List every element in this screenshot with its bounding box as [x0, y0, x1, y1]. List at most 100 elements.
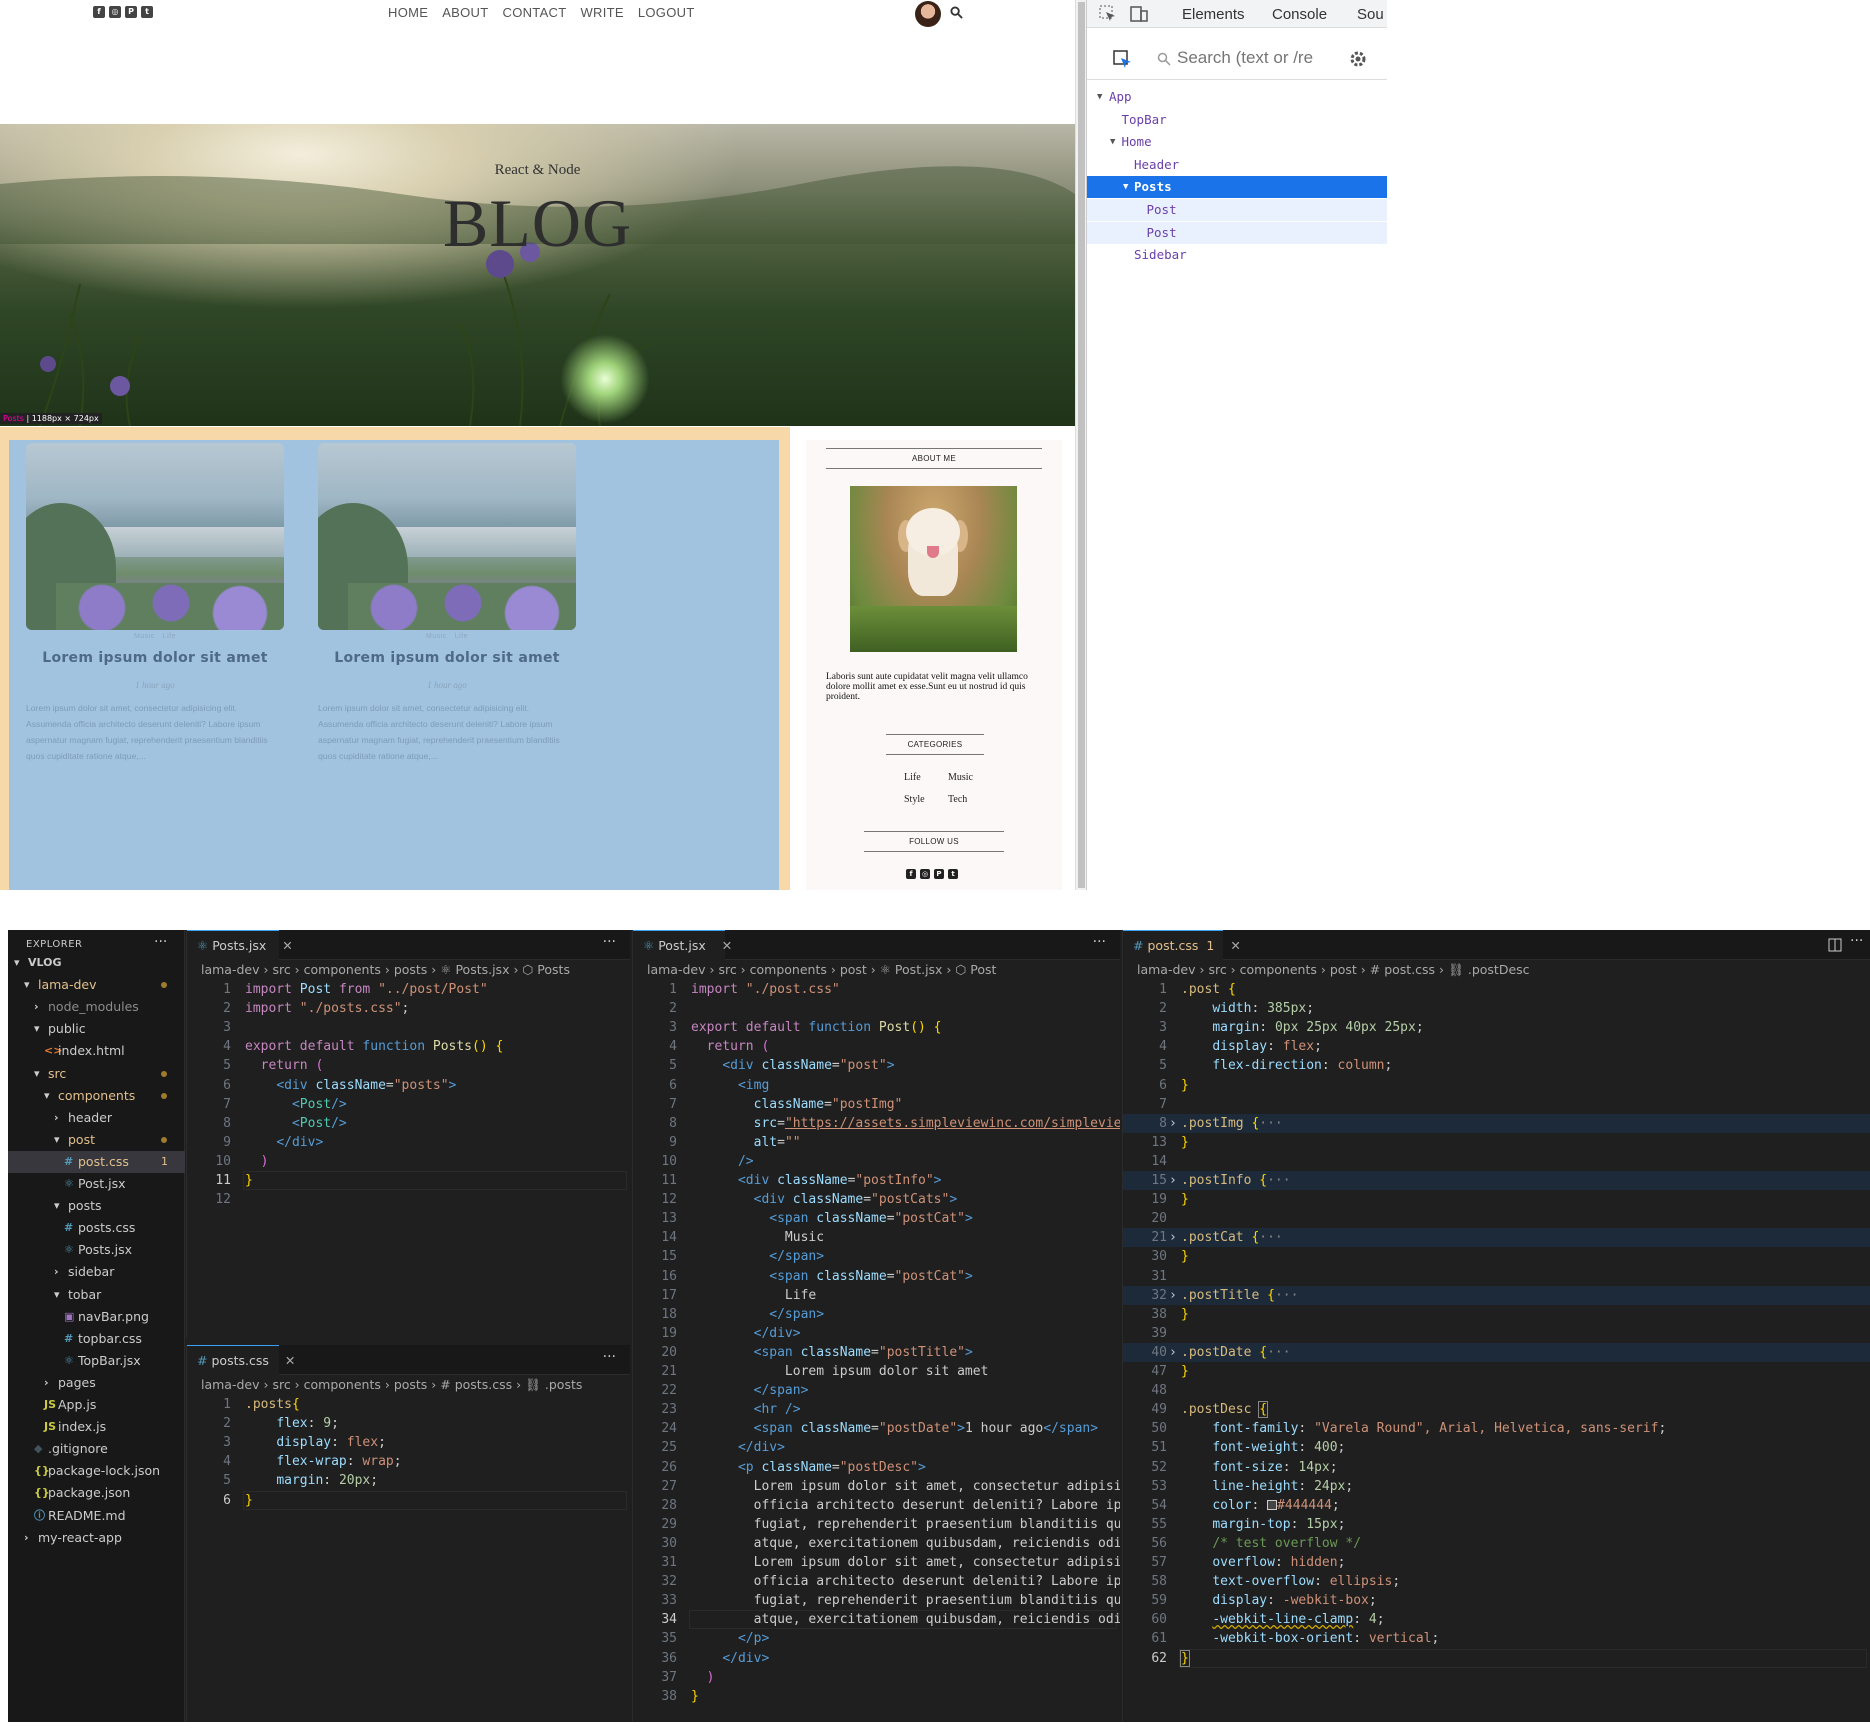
tree-node[interactable]: Header [1087, 154, 1387, 176]
code-line[interactable]: } [1180, 1649, 1190, 1668]
fold-chevron-icon[interactable]: › [1169, 1286, 1177, 1305]
split-editor-icon[interactable] [1828, 938, 1842, 952]
code-line[interactable]: <span className="postTitle"> [691, 1343, 973, 1362]
code-line[interactable]: <p className="postDesc"> [691, 1458, 926, 1477]
code-line[interactable]: <div className="postCats"> [691, 1190, 958, 1209]
code-line[interactable]: color: #444444; [1181, 1496, 1339, 1515]
code-line[interactable]: <div className="postInfo"> [691, 1171, 942, 1190]
code-line[interactable]: <span className="postCat"> [691, 1209, 973, 1228]
tree-node[interactable]: ▼ Posts [1087, 176, 1387, 199]
code-line[interactable]: Music [691, 1228, 824, 1247]
tab-console[interactable]: Console [1272, 6, 1327, 23]
explorer-item[interactable]: # posts.css [8, 1217, 185, 1239]
code-line[interactable]: } [1181, 1133, 1189, 1152]
post-cat[interactable]: Music [134, 633, 155, 640]
editor-more-icon[interactable]: ··· [1093, 934, 1106, 950]
close-icon[interactable]: ✕ [1230, 938, 1240, 953]
code-line[interactable]: <span className="postCat"> [691, 1267, 973, 1286]
page-scrollbar[interactable] [1075, 0, 1086, 890]
instagram-icon[interactable]: ◎ [109, 6, 121, 18]
code-line[interactable]: .post { [1181, 980, 1236, 999]
code-line[interactable]: .posts{ [245, 1395, 300, 1414]
explorer-item[interactable]: › sidebar [8, 1261, 185, 1283]
code-line[interactable]: text-overflow: ellipsis; [1181, 1572, 1400, 1591]
code-line[interactable]: </p> [691, 1629, 769, 1648]
explorer-item[interactable]: JS App.js [8, 1394, 185, 1416]
code-line[interactable]: } [1181, 1305, 1189, 1324]
code-line[interactable]: export default function Post() { [691, 1018, 942, 1037]
close-icon[interactable]: ✕ [285, 1353, 295, 1368]
explorer-item[interactable]: › pages [8, 1372, 185, 1394]
code-line[interactable]: .postTitle {··· [1181, 1286, 1298, 1305]
code-line[interactable]: } [691, 1687, 699, 1706]
code-line[interactable]: import "./post.css" [691, 980, 840, 999]
explorer-item[interactable]: ⚛ Posts.jsx [8, 1239, 185, 1261]
code-line[interactable]: display: flex; [1181, 1037, 1322, 1056]
code-line[interactable]: } [1181, 1247, 1189, 1266]
code-line[interactable]: line-height: 24px; [1181, 1477, 1353, 1496]
code-line[interactable]: </div> [691, 1324, 801, 1343]
tab-elements[interactable]: Elements [1182, 6, 1245, 23]
code-line[interactable]: } [245, 1491, 253, 1510]
gear-icon[interactable] [1349, 50, 1367, 68]
post-image[interactable] [26, 443, 284, 630]
nav-home[interactable]: HOME [388, 5, 428, 20]
pinterest-icon[interactable]: P [934, 869, 944, 879]
explorer-item[interactable]: ⚛ TopBar.jsx [8, 1350, 185, 1372]
post-cat[interactable]: Life [163, 633, 176, 640]
search-icon[interactable] [950, 6, 963, 19]
breadcrumb[interactable]: lama-dev › src › components › posts › # … [201, 1377, 582, 1393]
code-line[interactable]: alt="" [691, 1133, 801, 1152]
fold-chevron-icon[interactable]: › [1169, 1171, 1177, 1190]
code-line[interactable]: return ( [691, 1037, 770, 1056]
code-line[interactable]: <Post/> [245, 1095, 347, 1114]
explorer-item[interactable]: › header [8, 1107, 185, 1129]
code-line[interactable]: ) [245, 1152, 269, 1171]
code-line[interactable]: officia architecto deserunt deleniti? La… [691, 1572, 1120, 1591]
code-line[interactable]: import "./posts.css"; [245, 999, 409, 1018]
post-card[interactable]: Music Life Lorem ipsum dolor sit amet 1 h… [318, 443, 576, 764]
explorer-item[interactable]: # post.css 1 [8, 1150, 185, 1173]
code-line[interactable]: fugiat, reprehenderit praesentium blandi… [691, 1515, 1120, 1534]
device-toolbar-icon[interactable] [1129, 5, 1149, 23]
editor-tab[interactable]: ⚛ Posts.jsx ✕ [187, 930, 293, 960]
twitter-icon[interactable]: t [948, 869, 958, 879]
explorer-item[interactable]: › my-react-app [8, 1527, 185, 1549]
facebook-icon[interactable]: f [93, 6, 105, 18]
tree-arrow-icon[interactable]: ▼ [1097, 86, 1102, 108]
explorer-item[interactable]: ⓘ README.md [8, 1505, 185, 1527]
editor-tab[interactable]: ⚛ Post.jsx ✕ [633, 930, 732, 960]
code-line[interactable]: .postDesc { [1181, 1400, 1269, 1419]
code-line[interactable]: } [1181, 1190, 1189, 1209]
code-line[interactable]: } [1181, 1362, 1189, 1381]
code-line[interactable]: import Post from "../post/Post" [245, 980, 488, 999]
post-image[interactable] [318, 443, 576, 630]
editor-more-icon[interactable]: ··· [1850, 933, 1863, 949]
nav-write[interactable]: WRITE [580, 5, 623, 20]
tree-node[interactable]: Post [1087, 221, 1387, 244]
code-line[interactable]: <hr /> [691, 1400, 801, 1419]
code-line[interactable]: display: flex; [245, 1433, 386, 1452]
code-line[interactable]: atque, exercitationem quibusdam, reicien… [691, 1534, 1120, 1553]
code-line[interactable]: return ( [245, 1056, 324, 1075]
nav-contact[interactable]: CONTACT [503, 5, 567, 20]
fold-chevron-icon[interactable]: › [1169, 1343, 1177, 1362]
tab-sources[interactable]: Sou [1357, 6, 1384, 23]
twitter-icon[interactable]: t [141, 6, 153, 18]
code-line[interactable]: flex-wrap: wrap; [245, 1452, 401, 1471]
explorer-item[interactable]: ▾ components [8, 1085, 185, 1107]
explorer-item[interactable]: # topbar.css [8, 1328, 185, 1350]
code-line[interactable]: flex: 9; [245, 1414, 339, 1433]
code-line[interactable]: Lorem ipsum dolor sit amet, consectetur … [691, 1477, 1120, 1496]
nav-about[interactable]: ABOUT [442, 5, 488, 20]
close-icon[interactable]: ✕ [722, 938, 732, 953]
code-line[interactable]: </div> [691, 1438, 785, 1457]
code-line[interactable]: <div className="posts"> [245, 1076, 456, 1095]
code-line[interactable]: <div className="post"> [691, 1056, 894, 1075]
instagram-icon[interactable]: ◎ [920, 869, 930, 879]
tree-node[interactable]: Post [1087, 199, 1387, 221]
editor-tab[interactable]: # post.css 1 ✕ [1123, 930, 1241, 960]
inspect-icon[interactable] [1099, 5, 1117, 23]
editor-more-icon[interactable]: ··· [603, 1349, 616, 1365]
fold-chevron-icon[interactable]: › [1169, 1114, 1177, 1133]
